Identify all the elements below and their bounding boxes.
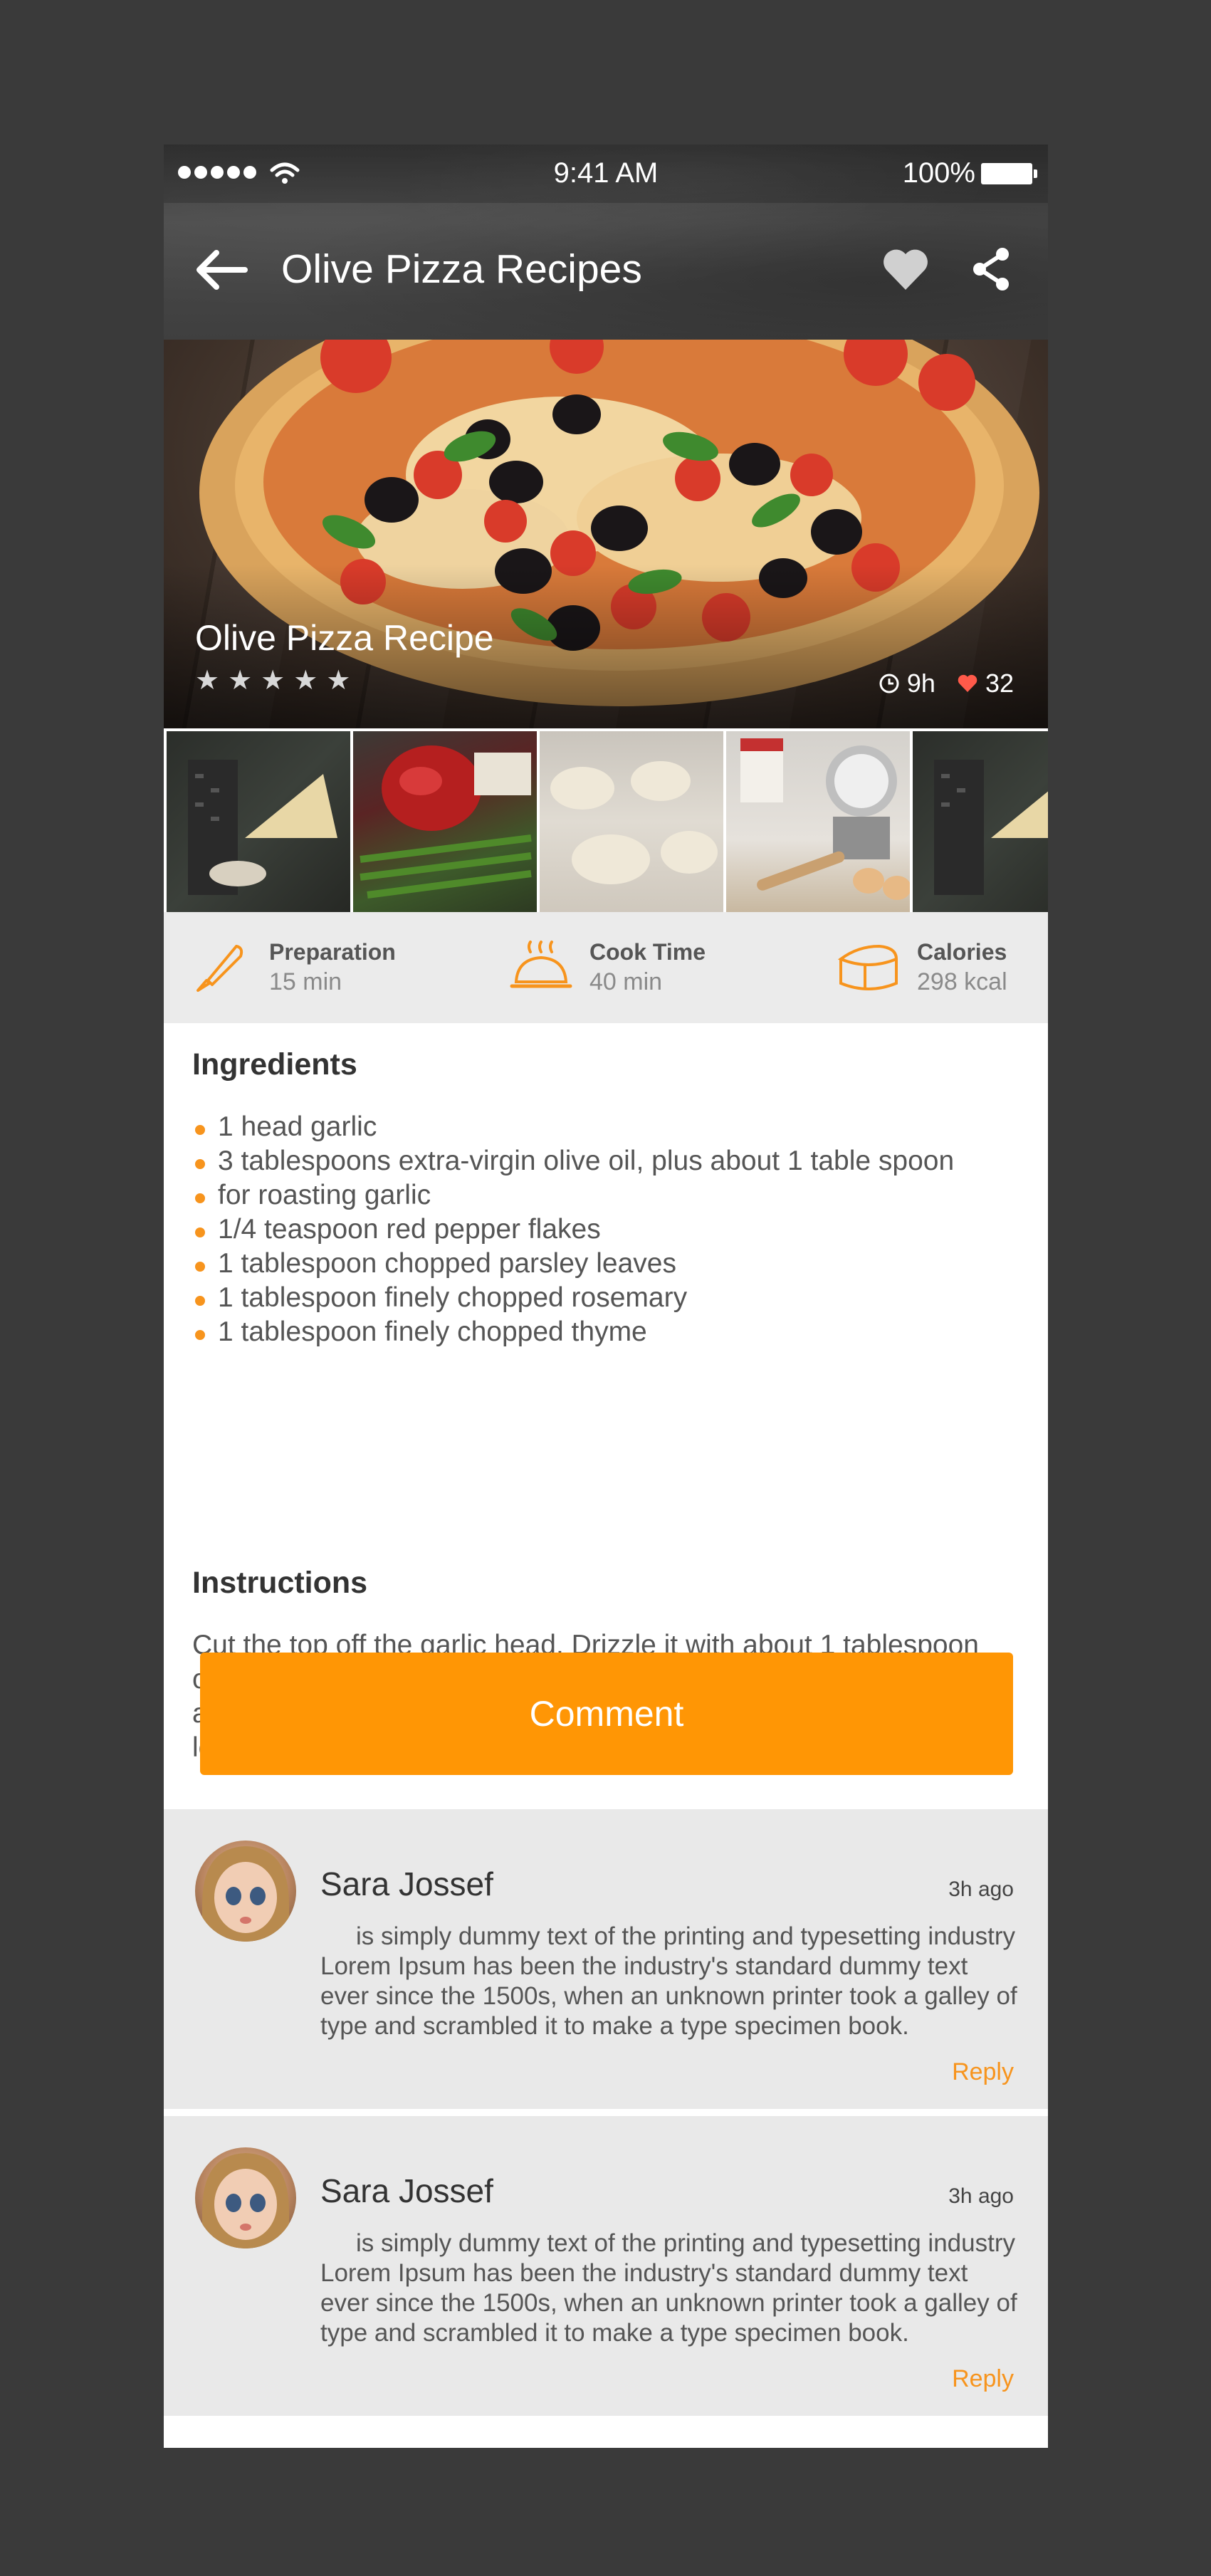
reply-link[interactable]: Reply	[952, 2365, 1014, 2393]
likes-count: 32	[985, 669, 1014, 698]
cheese-icon	[837, 944, 898, 990]
commenter-name: Sara Jossef	[320, 1865, 493, 1902]
gallery-thumbnail[interactable]	[353, 731, 537, 912]
gallery-strip	[164, 728, 1048, 912]
page-title: Olive Pizza Recipes	[281, 246, 642, 292]
stat-value: 15 min	[269, 968, 342, 995]
heart-icon	[958, 674, 977, 692]
recipe-stats: Preparation 15 min Cook Time 40 min Calo…	[164, 912, 1048, 1023]
stat-label: Preparation	[269, 939, 396, 965]
instructions-heading: Instructions	[192, 1566, 368, 1600]
hero-image: Olive Pizza Recipe ★ ★ ★ ★ ★ 9h 32	[164, 340, 1048, 728]
rating-stars: ★ ★ ★ ★ ★	[195, 667, 350, 694]
stat-preparation: Preparation 15 min	[185, 912, 396, 1023]
serving-dish-icon	[510, 941, 572, 988]
star-icon: ★	[195, 666, 220, 696]
comment-button[interactable]: Comment	[200, 1653, 1013, 1775]
top-bar: 9:41 AM 100% Olive Pizza Recipes	[164, 145, 1048, 340]
list-item: for roasting garlic	[192, 1178, 975, 1213]
stat-calories: Calories 298 kcal	[833, 912, 1007, 1023]
star-icon: ★	[228, 666, 253, 696]
clock-icon	[879, 674, 899, 693]
stat-cook-time: Cook Time 40 min	[505, 912, 706, 1023]
gallery-thumbnail[interactable]	[913, 731, 1048, 912]
comment-text: is simply dummy text of the printing and…	[320, 2229, 1017, 2347]
share-button[interactable]	[970, 246, 1012, 293]
duration: 9h	[879, 669, 935, 698]
list-item: 1/4 teaspoon red pepper flakes	[192, 1213, 975, 1247]
commenter-name: Sara Jossef	[320, 2172, 493, 2209]
comment-text: is simply dummy text of the printing and…	[320, 1922, 1017, 2040]
recipe-title: Olive Pizza Recipe	[195, 618, 494, 658]
nav-bar: Olive Pizza Recipes	[164, 203, 1048, 340]
comment-time: 3h ago	[948, 1878, 1014, 1901]
stat-label: Cook Time	[589, 939, 706, 965]
battery-icon	[981, 162, 1037, 184]
arrow-left-icon	[196, 250, 248, 290]
battery-percent: 100%	[902, 157, 975, 189]
share-icon	[973, 248, 1009, 290]
stat-label: Calories	[917, 939, 1007, 965]
avatar	[195, 1841, 296, 1942]
gallery-thumbnail[interactable]	[167, 731, 350, 912]
comment-time: 3h ago	[948, 2184, 1014, 2208]
favorite-button[interactable]	[881, 247, 930, 293]
back-button[interactable]	[192, 248, 249, 291]
comment-card: Sara Jossef 3h ago is simply dummy text …	[164, 1809, 1048, 2109]
ingredients-heading: Ingredients	[192, 1047, 357, 1082]
list-item: 3 tablespoons extra-virgin olive oil, pl…	[192, 1144, 975, 1178]
stat-value: 298 kcal	[917, 968, 1007, 995]
gallery-thumbnail[interactable]	[540, 731, 723, 912]
gallery-thumbnail[interactable]	[726, 731, 910, 912]
star-icon: ★	[326, 666, 351, 696]
recipe-meta: 9h 32	[879, 669, 1014, 698]
ingredients-list: 1 head garlic 3 tablespoons extra-virgin…	[192, 1110, 975, 1349]
duration-value: 9h	[906, 669, 935, 698]
list-item: 1 tablespoon finely chopped rosemary	[192, 1281, 975, 1315]
stat-value: 40 min	[589, 968, 663, 995]
list-item: 1 tablespoon chopped parsley leaves	[192, 1247, 975, 1281]
star-icon: ★	[261, 666, 285, 696]
list-item: 1 head garlic	[192, 1110, 975, 1144]
likes[interactable]: 32	[957, 669, 1014, 698]
comment-card: Sara Jossef 3h ago is simply dummy text …	[164, 2116, 1048, 2416]
reply-link[interactable]: Reply	[952, 2058, 1014, 2086]
heart-icon	[884, 249, 928, 290]
battery-indicator: 100%	[902, 157, 1037, 189]
star-icon: ★	[293, 666, 318, 696]
knife-icon	[196, 945, 243, 992]
list-item: 1 tablespoon finely chopped thyme	[192, 1315, 975, 1349]
status-bar: 9:41 AM 100%	[164, 145, 1048, 203]
avatar	[195, 2147, 296, 2248]
app-screen: 9:41 AM 100% Olive Pizza Recipes Olive P…	[164, 145, 1048, 2448]
